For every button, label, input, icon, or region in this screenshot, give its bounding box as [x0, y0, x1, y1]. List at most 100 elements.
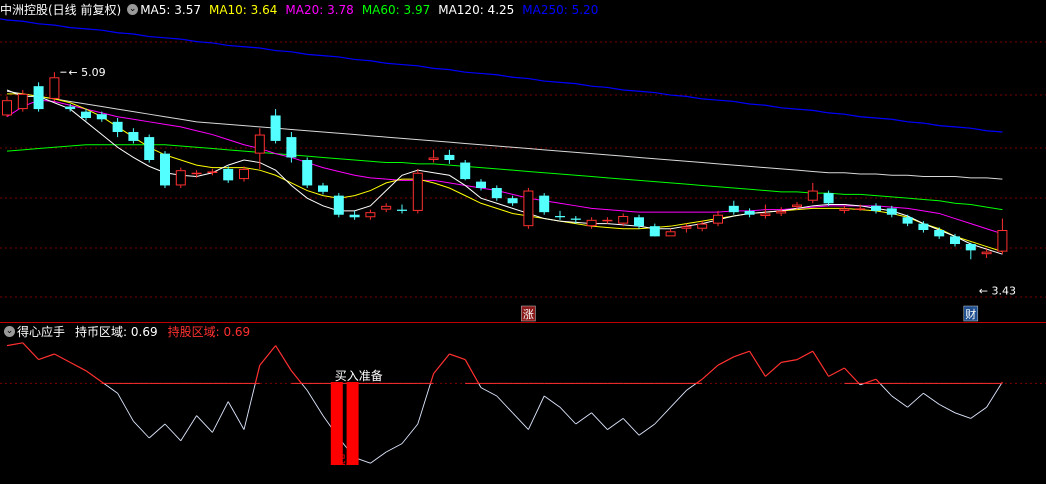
- candle: [918, 221, 929, 233]
- kline-chart[interactable]: ← 5.09 ← 3.43 涨 财 买入准备起底: [0, 0, 1046, 484]
- hold-cash-segment: [148, 423, 166, 439]
- ma-legend-item: MA10: 3.64: [208, 3, 278, 17]
- ma-legend-item: MA20: 3.78: [285, 3, 354, 17]
- ma-legend-item: MA120: 4.25: [438, 3, 515, 17]
- candle: [776, 207, 787, 216]
- candle: [33, 82, 44, 112]
- hold-cash-segment: [196, 415, 213, 433]
- candle: [586, 217, 597, 229]
- candle: [997, 218, 1008, 255]
- event-marker-label: 财: [965, 307, 976, 321]
- hold-cash-segment: [496, 395, 513, 414]
- candlesticks: [2, 72, 1008, 260]
- hold-cash-segment: [559, 406, 577, 425]
- event-marker-label: 涨: [523, 308, 534, 321]
- candle: [713, 210, 723, 227]
- hold-cash-segment: [938, 404, 956, 414]
- hold-stock-segment: [85, 370, 103, 383]
- candle: [965, 242, 976, 260]
- hold-cash-segment: [180, 415, 197, 442]
- hold-stock-segment: [38, 353, 55, 361]
- hold-cash-segment: [227, 401, 245, 430]
- hold-stock-segment: [812, 350, 830, 377]
- hold-cash-segment: [654, 406, 671, 425]
- hold-cash-segment: [243, 383, 256, 430]
- candle: [365, 209, 376, 220]
- candle: [286, 132, 297, 163]
- candle: [49, 72, 60, 102]
- candle: [507, 195, 518, 206]
- ma5-line: [6, 89, 1003, 255]
- stock-title: 中洲控股(日线 前复权): [0, 3, 122, 17]
- hold-cash-label: 持币区域: 0.69: [75, 325, 158, 339]
- hold-cash-segment: [907, 392, 924, 408]
- candle: [839, 205, 850, 214]
- hold-cash-segment: [306, 390, 324, 416]
- ma250-line: [0, 18, 1003, 133]
- indicator-name: 得心应手: [17, 325, 66, 339]
- ma120-line: [6, 90, 1003, 180]
- hold-stock-segment: [275, 345, 292, 372]
- indicator-settings-icon[interactable]: ⌄: [4, 326, 15, 337]
- candle: [934, 227, 945, 239]
- candle: [428, 149, 439, 163]
- buy-prepare-label: 买入准备: [335, 369, 383, 383]
- candle: [539, 193, 550, 215]
- hold-stock-label: 持股区域: 0.69: [167, 325, 251, 339]
- hold-cash-segment: [370, 451, 387, 464]
- hold-cash-segment: [543, 395, 561, 408]
- candle: [160, 151, 170, 188]
- candle: [239, 166, 249, 182]
- hold-cash-segment: [527, 395, 545, 430]
- indicator-header: ⌄ 得心应手 持币区域: 0.69 持股区域: 0.69: [0, 323, 252, 341]
- hold-stock-segment: [695, 378, 703, 384]
- hold-stock-segment: [433, 353, 450, 374]
- ma10-line: [7, 93, 1003, 253]
- candle: [649, 223, 660, 237]
- hold-cash-segment: [164, 423, 182, 442]
- hold-cash-segment: [103, 383, 118, 394]
- hold-stock-segment: [69, 361, 87, 372]
- candle: [460, 160, 471, 181]
- hold-cash-segment: [591, 412, 608, 430]
- main-header: 中洲控股(日线 前复权) ⌄ MA5: 3.57 MA10: 3.64 MA20: 3.…: [0, 1, 608, 19]
- low-price-label: ← 3.43: [979, 284, 1016, 297]
- hold-cash-segment: [417, 383, 431, 425]
- hold-stock-segment: [6, 342, 23, 347]
- hold-cash-segment: [686, 383, 697, 391]
- event-marker[interactable]: 涨: [521, 305, 536, 322]
- hold-stock-segment: [749, 350, 766, 377]
- candle: [523, 188, 534, 229]
- candle: [744, 208, 755, 218]
- main-grid: [0, 41, 1046, 323]
- candle: [555, 210, 565, 220]
- hold-stock-segment: [701, 364, 719, 380]
- candle: [665, 228, 676, 237]
- hold-stock-segment: [781, 359, 798, 363]
- indicator-lines: [6, 342, 1003, 464]
- candle: [223, 166, 234, 183]
- settings-dropdown-icon[interactable]: ⌄: [127, 4, 139, 15]
- price-annotations: ← 5.09 ← 3.43 涨 财: [60, 66, 1016, 322]
- hold-stock-segment: [449, 353, 466, 361]
- candle: [333, 193, 344, 218]
- hold-stock-segment: [717, 356, 735, 366]
- hold-cash-segment: [622, 418, 640, 436]
- candle: [65, 104, 76, 112]
- hold-stock-segment: [843, 367, 860, 384]
- hold-cash-segment: [638, 423, 656, 436]
- hold-cash-segment: [133, 420, 150, 439]
- candle: [270, 109, 281, 144]
- bottom-out-label: 起底: [334, 452, 358, 467]
- candle: [412, 168, 423, 214]
- hold-cash-segment: [954, 412, 971, 419]
- candle: [96, 111, 107, 122]
- hold-cash-segment: [575, 412, 592, 425]
- hold-cash-segment: [211, 401, 229, 433]
- candle: [207, 168, 218, 176]
- hold-stock-segment: [254, 365, 261, 384]
- candle: [807, 182, 818, 204]
- hold-cash-segment: [670, 390, 687, 408]
- hold-cash-segment: [117, 392, 134, 422]
- event-marker[interactable]: 财: [963, 305, 979, 322]
